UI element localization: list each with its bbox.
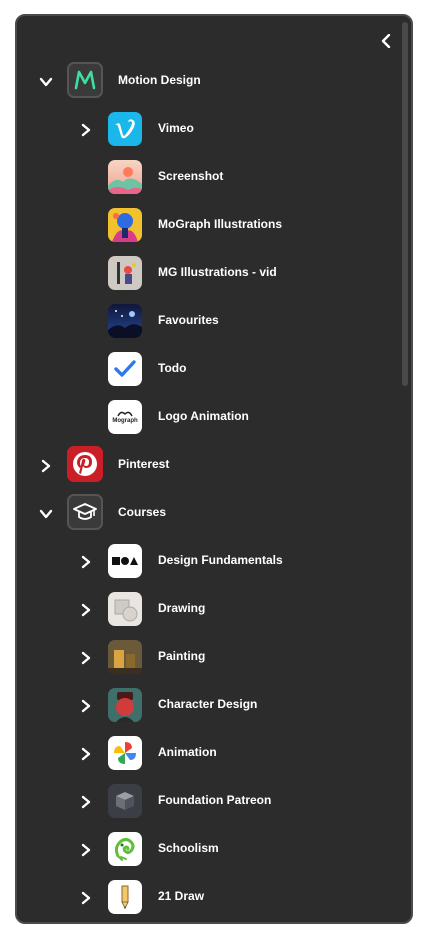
sidebar-item-design-fundamentals[interactable]: Design Fundamentals	[17, 542, 387, 582]
chevron-right-icon[interactable]	[76, 648, 96, 668]
chevron-right-icon[interactable]	[76, 600, 96, 620]
sidebar-item-label: Animation	[158, 745, 217, 759]
collapse-sidebar-button[interactable]	[377, 30, 395, 52]
pinterest-icon	[67, 446, 103, 482]
pinwheel-icon	[108, 736, 142, 770]
chevron-down-icon[interactable]	[36, 504, 56, 524]
logo-animation-icon: Mograph	[108, 400, 142, 434]
sidebar-item-label: Schoolism	[158, 841, 219, 855]
sidebar-item-label: Favourites	[158, 313, 219, 327]
chevron-right-icon[interactable]	[76, 552, 96, 572]
sidebar-item-label: Character Design	[158, 697, 258, 711]
sidebar-item-logo-animation[interactable]: Mograph Logo Animation	[17, 398, 387, 438]
chameleon-icon	[108, 832, 142, 866]
sidebar-item-schoolism[interactable]: Schoolism	[17, 830, 387, 870]
sidebar-item-mograph-illustrations[interactable]: MoGraph Illustrations	[17, 206, 387, 246]
sidebar-item-vimeo[interactable]: Vimeo	[17, 110, 387, 150]
chevron-down-icon[interactable]	[36, 72, 56, 92]
sidebar-item-foundation-patreon[interactable]: Foundation Patreon	[17, 782, 387, 822]
graduation-cap-icon	[67, 494, 103, 530]
drawing-thumbnail-icon	[108, 592, 142, 626]
sidebar-group-label: Courses	[118, 505, 167, 519]
scrollbar[interactable]	[402, 22, 408, 386]
motion-design-icon	[67, 62, 103, 98]
chevron-right-icon[interactable]	[36, 456, 56, 476]
sidebar-item-animation[interactable]: Animation	[17, 734, 387, 774]
sidebar-item-screenshot[interactable]: Screenshot	[17, 158, 387, 198]
sidebar-panel: Motion Design Vimeo Screenshot MoGraph I…	[15, 14, 413, 924]
sidebar-item-label: 21 Draw	[158, 889, 205, 903]
chevron-right-icon[interactable]	[76, 696, 96, 716]
sidebar-item-todo[interactable]: Todo	[17, 350, 387, 390]
vimeo-icon	[108, 112, 142, 146]
screenshot-thumbnail-icon	[108, 160, 142, 194]
sidebar-item-character-design[interactable]: Character Design	[17, 686, 387, 726]
sidebar-item-label: MG Illustrations - vid	[158, 265, 277, 279]
character-design-thumbnail-icon	[108, 688, 142, 722]
sidebar-item-drawing[interactable]: Drawing	[17, 590, 387, 630]
chevron-right-icon[interactable]	[76, 744, 96, 764]
painting-thumbnail-icon	[108, 640, 142, 674]
pencil-icon	[108, 880, 142, 914]
mograph-illustrations-thumbnail-icon	[108, 208, 142, 242]
sidebar-item-painting[interactable]: Painting	[17, 638, 387, 678]
sidebar-item-label: MoGraph Illustrations	[158, 217, 283, 231]
sidebar-item-mg-illustrations-vid[interactable]: MG Illustrations - vid	[17, 254, 387, 294]
chevron-right-icon[interactable]	[76, 840, 96, 860]
sidebar-group-label: Motion Design	[118, 73, 201, 87]
sidebar-group-label: Pinterest	[118, 457, 170, 471]
sidebar-group-pinterest[interactable]: Pinterest	[17, 446, 387, 486]
sidebar-item-label: Drawing	[158, 601, 206, 615]
sidebar-item-label: Painting	[158, 649, 206, 663]
sidebar-item-label: Foundation Patreon	[158, 793, 272, 807]
sidebar-group-motion-design[interactable]: Motion Design	[17, 62, 387, 102]
mg-illustrations-vid-thumbnail-icon	[108, 256, 142, 290]
sidebar-item-label: Todo	[158, 361, 187, 375]
favourites-thumbnail-icon	[108, 304, 142, 338]
sidebar-group-courses[interactable]: Courses	[17, 494, 387, 534]
chevron-right-icon[interactable]	[76, 792, 96, 812]
chevron-right-icon[interactable]	[76, 888, 96, 908]
sidebar-item-label: Screenshot	[158, 169, 224, 183]
sidebar-item-label: Vimeo	[158, 121, 194, 135]
checkmark-icon	[108, 352, 142, 386]
sidebar-item-label: Logo Animation	[158, 409, 249, 423]
shapes-icon	[108, 544, 142, 578]
chevron-right-icon[interactable]	[76, 120, 96, 140]
logo-animation-logo-text: Mograph	[112, 418, 138, 424]
cube-icon	[108, 784, 142, 818]
sidebar-item-label: Design Fundamentals	[158, 553, 283, 567]
chevron-left-icon	[381, 34, 391, 48]
sidebar-item-favourites[interactable]: Favourites	[17, 302, 387, 342]
sidebar-item-21-draw[interactable]: 21 Draw	[17, 878, 387, 918]
